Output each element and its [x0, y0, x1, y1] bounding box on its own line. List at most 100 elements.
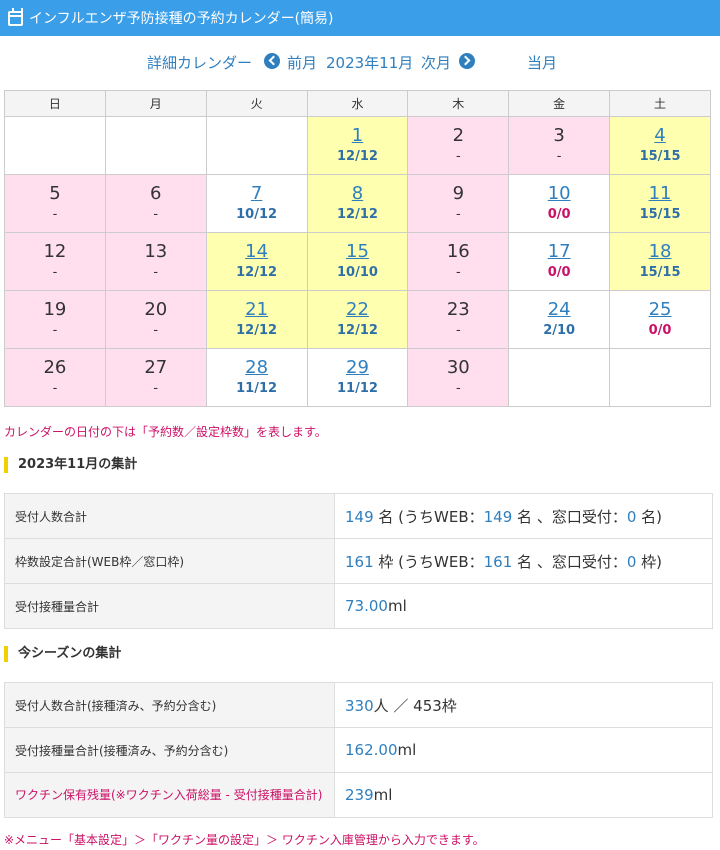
summary-value: 161 枠 (うちWEB：161 名 、窓口受付：0 枠): [334, 538, 713, 584]
calendar-day-link[interactable]: 22: [308, 300, 408, 320]
calendar-day-cell[interactable]: 7 10/12: [205, 174, 308, 233]
this-month-link[interactable]: 当月: [527, 52, 557, 73]
monthly-summary-table: 受付人数合計 149 名 (うちWEB：149 名 、窓口受付：0 名) 枠数設定合…: [4, 493, 713, 629]
summary-row: 受付人数合計(接種済み、予約分含む) 330人 ／ 453枠: [4, 682, 713, 728]
calendar-day-link[interactable]: 11: [610, 184, 710, 204]
summary-label: 受付人数合計: [4, 493, 335, 539]
summary-row: 受付接種量合計 73.00ml: [4, 583, 713, 629]
summary-number: 330: [345, 696, 374, 715]
calendar-day-cell[interactable]: 28 11/12: [205, 348, 308, 407]
next-month-link[interactable]: 次月: [421, 52, 451, 73]
calendar-day-link[interactable]: 10: [509, 184, 609, 204]
calendar-empty-cell: [508, 348, 611, 407]
calendar-day-cell[interactable]: 4 15/15: [609, 116, 711, 175]
summary-text: ml: [397, 741, 417, 759]
summary-row: 受付人数合計 149 名 (うちWEB：149 名 、窓口受付：0 名): [4, 493, 713, 539]
calendar-day-cell[interactable]: 1 12/12: [306, 116, 409, 175]
prev-month-link[interactable]: 前月: [287, 52, 317, 73]
calendar-day-cell: 26 -: [4, 348, 106, 407]
calendar-day-cell[interactable]: 15 10/10: [306, 232, 409, 291]
calendar-day-link[interactable]: 25: [610, 300, 710, 320]
summary-number: 73.00: [345, 597, 388, 615]
calendar-day-link[interactable]: 8: [308, 184, 408, 204]
calendar-day-cell[interactable]: 29 11/12: [306, 348, 409, 407]
calendar-day-number: 27: [144, 357, 168, 378]
summary-number: 0: [626, 507, 637, 526]
reservation-count: -: [52, 323, 58, 338]
calendar-day-cell[interactable]: 8 12/12: [306, 174, 409, 233]
calendar-day-link[interactable]: 17: [509, 242, 609, 262]
footer-note: ※メニュー「基本設定」＞「ワクチン量の設定」＞ ワクチン入庫管理から入力できます…: [4, 833, 485, 847]
calendar-day-cell[interactable]: 11 15/15: [609, 174, 711, 233]
reservation-count: 15/15: [639, 149, 681, 164]
calendar-day-link[interactable]: 4: [610, 126, 710, 146]
calendar-day-cell[interactable]: 14 12/12: [205, 232, 308, 291]
calendar-day-cell[interactable]: 21 12/12: [205, 290, 308, 349]
reservation-count: 0/0: [648, 323, 672, 338]
calendar-day-number: 2: [452, 125, 465, 146]
calendar-day-link[interactable]: 24: [509, 300, 609, 320]
weekday-header: 水: [306, 90, 409, 117]
calendar-day-cell: 9-: [407, 174, 510, 233]
summary-number: 162.00: [345, 741, 398, 759]
calendar-day-link[interactable]: 18: [610, 242, 710, 262]
prev-arrow-icon[interactable]: [264, 53, 280, 69]
calendar-day-cell: 23 -: [407, 290, 510, 349]
summary-label: 枠数設定合計(WEB枠／窓口枠): [4, 538, 335, 584]
summary-text: ml: [373, 786, 393, 804]
calendar-day-cell: 5-: [4, 174, 106, 233]
season-summary-title: 今シーズンの集計: [4, 646, 121, 662]
next-arrow-icon[interactable]: [459, 53, 475, 69]
calendar-day-number: 23: [446, 299, 470, 320]
calendar-day-cell[interactable]: 17 0/0: [508, 232, 611, 291]
reservation-count: 10/12: [236, 207, 278, 222]
calendar-day-link[interactable]: 29: [308, 358, 408, 378]
calendar-day-cell: 16 -: [407, 232, 510, 291]
reservation-count: 10/10: [336, 265, 378, 280]
calendar-day-cell: 27 -: [104, 348, 207, 407]
reservation-count: 11/12: [236, 381, 278, 396]
reservation-count: 12/12: [236, 323, 278, 338]
summary-text: ml: [387, 597, 407, 615]
calendar-day-cell: 3-: [508, 116, 611, 175]
reservation-count: 2/10: [543, 323, 576, 338]
weekday-header: 金: [508, 90, 611, 117]
summary-row: 受付接種量合計(接種済み、予約分含む) 162.00ml: [4, 727, 713, 773]
calendar-day-link[interactable]: 1: [308, 126, 408, 146]
calendar-week-row: 12-13-14 12/12 15 10/10 16-17 0/0 18 15/15: [4, 232, 711, 291]
calendar-day-cell[interactable]: 22 12/12: [306, 290, 409, 349]
detail-calendar-link[interactable]: 詳細カレンダー: [147, 52, 252, 73]
summary-row: ワクチン保有残量(※ワクチン入荷総量 - 受付接種量合計) 239ml: [4, 772, 713, 818]
calendar-day-link[interactable]: 14: [207, 242, 307, 262]
reservation-count: 15/15: [639, 265, 681, 280]
calendar-day-cell: 2-: [407, 116, 510, 175]
summary-value: 149 名 (うちWEB：149 名 、窓口受付：0 名): [334, 493, 713, 539]
weekday-header: 土: [609, 90, 711, 117]
monthly-summary-title: 2023年11月の集計: [4, 457, 137, 473]
calendar-day-cell[interactable]: 24 2/10: [508, 290, 611, 349]
weekday-header: 月: [104, 90, 207, 117]
reservation-count: 0/0: [547, 207, 571, 222]
app-header: インフルエンザ予防接種の予約カレンダー(簡易): [0, 0, 720, 36]
weekday-header: 木: [407, 90, 510, 117]
summary-label: 受付接種量合計: [4, 583, 335, 629]
calendar-day-link[interactable]: 15: [308, 242, 408, 262]
summary-row: 枠数設定合計(WEB枠／窓口枠) 161 枠 (うちWEB：161 名 、窓口受付…: [4, 538, 713, 584]
calendar-day-cell[interactable]: 18 15/15: [609, 232, 711, 291]
calendar-day-cell[interactable]: 10 0/0: [508, 174, 611, 233]
calendar-day-link[interactable]: 21: [207, 300, 307, 320]
summary-number: 239: [345, 786, 374, 804]
reservation-count: -: [455, 149, 461, 164]
summary-value: 239ml: [334, 772, 713, 818]
reservation-count: -: [153, 207, 159, 222]
reservation-count: -: [455, 265, 461, 280]
calendar-day-cell[interactable]: 25 0/0: [609, 290, 711, 349]
reservation-count: -: [455, 323, 461, 338]
calendar-day-link[interactable]: 7: [207, 184, 307, 204]
summary-number: 161: [345, 552, 374, 571]
summary-number: 0: [626, 552, 637, 571]
summary-text: 名 、窓口受付：: [512, 552, 627, 571]
calendar-empty-cell: [205, 116, 308, 175]
calendar-day-link[interactable]: 28: [207, 358, 307, 378]
calendar-day-number: 6: [150, 183, 162, 204]
